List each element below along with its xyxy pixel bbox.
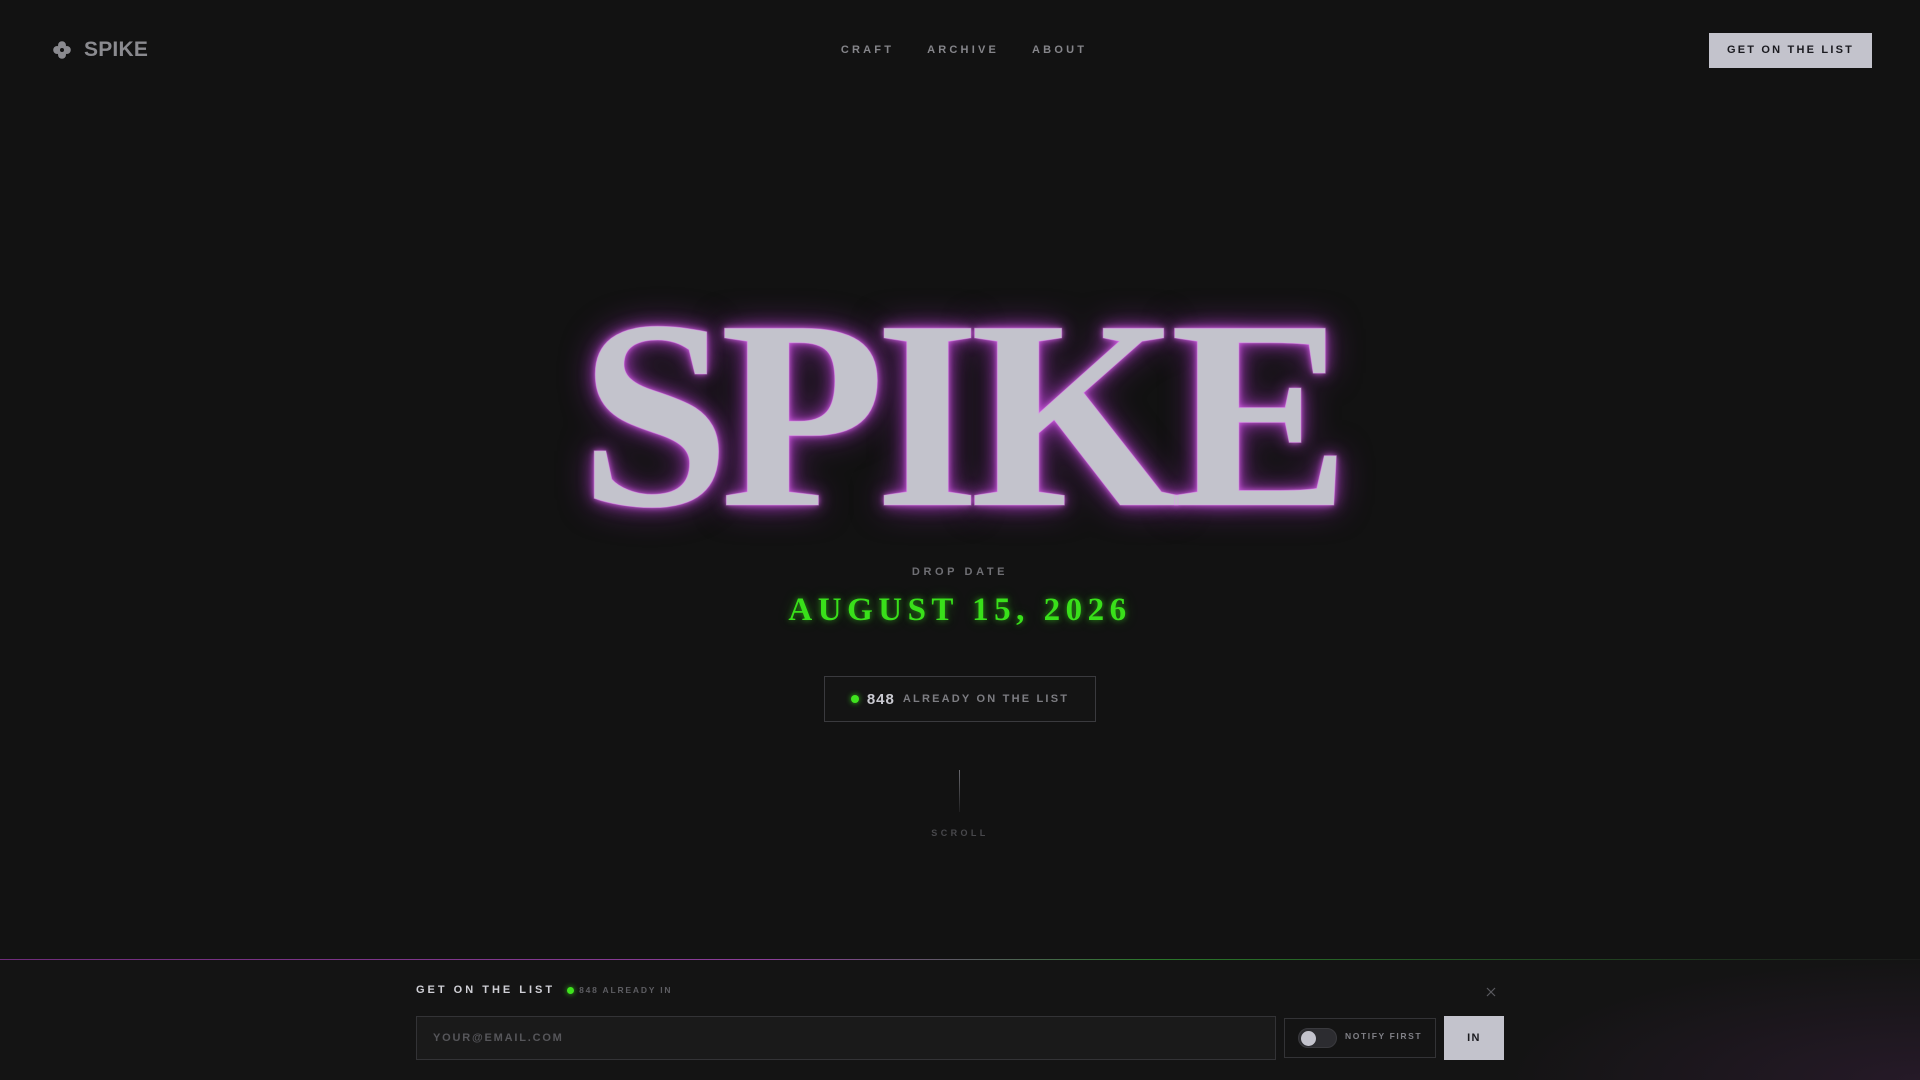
nav-link-archive[interactable]: ARCHIVE — [927, 44, 999, 56]
brand-logo[interactable]: SPIKE — [52, 38, 148, 62]
email-input[interactable] — [416, 1016, 1276, 1060]
signup-bar-subtitle: 848 ALREADY IN — [567, 985, 672, 995]
toggle-knob — [1301, 1031, 1316, 1046]
notify-first-toggle-group[interactable]: NOTIFY FIRST — [1284, 1018, 1436, 1058]
signup-bar-count: 848 ALREADY IN — [579, 985, 673, 995]
notify-first-toggle[interactable] — [1298, 1028, 1337, 1048]
nav-link-craft[interactable]: CRAFT — [841, 44, 894, 56]
signup-count-badge: 848 ALREADY ON THE LIST — [824, 676, 1096, 722]
scroll-label: SCROLL — [931, 828, 989, 838]
signup-count-text: ALREADY ON THE LIST — [902, 693, 1070, 705]
nav-link-about[interactable]: ABOUT — [1032, 44, 1087, 56]
brand-name: SPIKE — [84, 38, 149, 61]
hero-title: SPIKE — [579, 265, 1350, 564]
bar-corner-glow — [1500, 959, 1920, 1080]
get-on-list-button[interactable]: GET ON THE LIST — [1709, 32, 1872, 68]
site-header: SPIKE CRAFT ARCHIVE ABOUT GET ON THE LIS… — [0, 0, 1920, 100]
status-dot-icon — [850, 695, 859, 703]
notify-first-label: NOTIFY FIRST — [1345, 1031, 1423, 1041]
clover-icon — [53, 41, 71, 59]
status-dot-icon — [567, 986, 575, 994]
main-nav: CRAFT ARCHIVE ABOUT — [0, 0, 1920, 100]
signup-count-number: 848 — [866, 690, 895, 708]
drop-date-value: AUGUST 15, 2026 — [788, 592, 1132, 628]
page: SPIKE CRAFT ARCHIVE ABOUT GET ON THE LIS… — [0, 0, 1920, 1080]
bar-gradient-border — [0, 959, 1920, 960]
submit-in-button[interactable]: IN — [1444, 1016, 1504, 1060]
drop-date-label: DROP DATE — [911, 566, 1009, 578]
scroll-indicator-line — [959, 770, 960, 812]
close-button[interactable] — [1484, 985, 1498, 999]
signup-bar-header: GET ON THE LIST 848 ALREADY IN — [416, 984, 672, 996]
close-icon — [1486, 987, 1496, 997]
signup-bar-title: GET ON THE LIST — [416, 984, 556, 996]
